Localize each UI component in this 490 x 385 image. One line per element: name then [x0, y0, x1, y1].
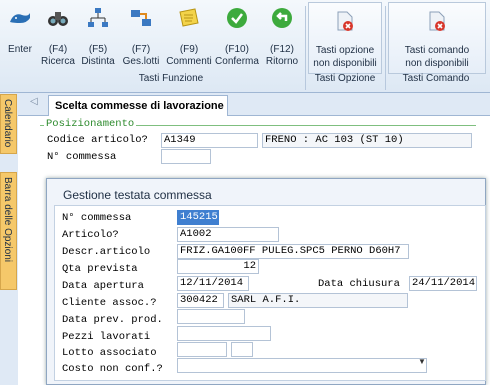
dlg-descr-articolo-input[interactable]: FRIZ.GA100FF PULEG.SPC5 PERNO D60H7 — [177, 244, 409, 259]
tab-scroll-left-icon[interactable]: ◁ — [30, 96, 38, 107]
codice-articolo-description: FRENO : AC 103 (ST 10) — [262, 133, 472, 148]
comments-button[interactable]: (F9) Commenti — [164, 0, 214, 72]
unavailable-icon — [429, 11, 445, 31]
dlg-data-chiusura-input[interactable]: 24/11/2014 — [409, 276, 477, 291]
n-commessa-label: N° commessa — [47, 151, 117, 163]
dlg-cliente-label: Cliente assoc.? — [62, 297, 157, 309]
whale-icon — [10, 13, 30, 23]
return-arrow-icon — [272, 8, 292, 28]
lots-button[interactable]: (F7) Ges.lotti — [118, 0, 164, 72]
tab-scelta-commesse[interactable]: Scelta commesse di lavorazione — [48, 95, 228, 116]
lots-icon — [131, 10, 151, 26]
dlg-cliente-name: SARL A.F.I. — [228, 293, 408, 308]
dlg-data-chiusura-label: Data chiusura — [318, 278, 400, 290]
hierarchy-icon — [88, 8, 108, 27]
dlg-data-prev-prod-input[interactable] — [177, 309, 245, 324]
dlg-costo-non-conf-label: Costo non conf.? — [62, 363, 163, 375]
dlg-qta-prevista-label: Qta prevista — [62, 263, 138, 275]
unavailable-icon — [337, 11, 353, 31]
dlg-costo-non-conf-select[interactable] — [177, 358, 427, 373]
enter-button[interactable]: Enter — [2, 0, 38, 72]
dlg-n-commessa-input[interactable]: 145215 — [177, 210, 219, 225]
dlg-n-commessa-label: N° commessa — [62, 212, 132, 224]
ribbon-toolbar: Enter (F4) Ricerca (F5) Distinta (F7) Ge… — [0, 0, 490, 93]
note-pencil-icon — [179, 8, 199, 27]
dlg-qta-prevista-input[interactable]: 12 — [177, 259, 259, 274]
option-keys-caption: Tasti Opzione — [314, 73, 376, 84]
function-keys-caption: Tasti Funzione — [138, 73, 204, 84]
search-button[interactable]: (F4) Ricerca — [38, 0, 78, 72]
dlg-lotto-input-1[interactable] — [177, 342, 227, 357]
dlg-cliente-code-input[interactable]: 300422 — [177, 293, 224, 308]
ribbon-separator — [305, 6, 306, 90]
checkmark-icon — [227, 8, 247, 28]
codice-articolo-label: Codice articolo? — [47, 134, 148, 146]
command-keys-caption: Tasti Comando — [402, 73, 470, 84]
dlg-articolo-label: Articolo? — [62, 229, 119, 241]
options-bar-side-tab[interactable]: Barra delle Opzioni — [0, 172, 17, 290]
bom-button[interactable]: (F5) Distinta — [78, 0, 118, 72]
dlg-data-apertura-label: Data apertura — [62, 280, 144, 292]
dlg-pezzi-lavorati-input[interactable] — [177, 326, 271, 341]
ribbon-separator — [385, 6, 386, 90]
dlg-lotto-associato-label: Lotto associato — [62, 347, 157, 359]
dlg-descr-articolo-label: Descr.articolo — [62, 246, 151, 258]
dlg-lotto-input-2[interactable] — [231, 342, 253, 357]
binoculars-icon — [48, 12, 68, 26]
dropdown-arrow-icon[interactable]: ▼ — [418, 357, 426, 366]
dlg-data-prev-prod-label: Data prev. prod. — [62, 314, 163, 326]
positioning-legend: Posizionamento — [44, 118, 137, 130]
confirm-button[interactable]: (F10) Conferma — [214, 0, 260, 72]
option-keys-button[interactable]: Tasti opzione non disponibili — [308, 2, 382, 74]
dlg-data-apertura-input[interactable]: 12/11/2014 — [177, 276, 249, 291]
calendar-side-tab[interactable]: Calendario — [0, 94, 17, 154]
return-button[interactable]: (F12) Ritorno — [260, 0, 304, 72]
dlg-pezzi-lavorati-label: Pezzi lavorati — [62, 331, 151, 343]
codice-articolo-input[interactable]: A1349 — [161, 133, 258, 148]
n-commessa-input[interactable] — [161, 149, 211, 164]
command-keys-button[interactable]: Tasti comando non disponibili — [388, 2, 486, 74]
dlg-articolo-input[interactable]: A1002 — [177, 227, 279, 242]
dialog-title: Gestione testata commessa — [63, 188, 212, 202]
